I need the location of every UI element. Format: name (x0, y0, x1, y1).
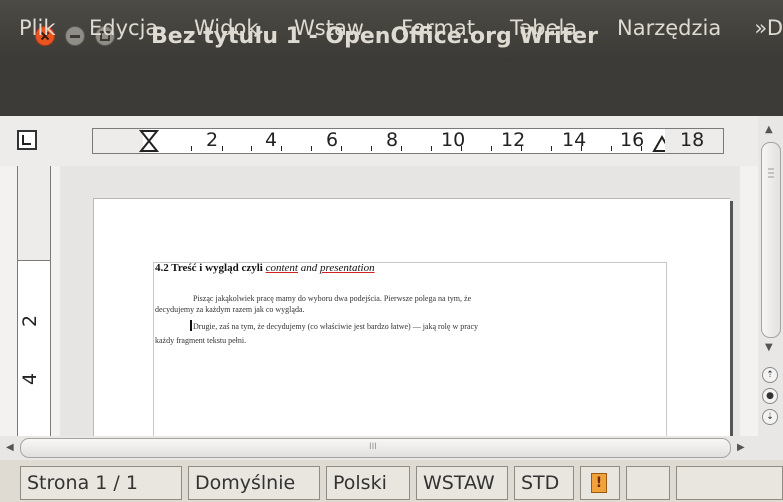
vertical-ruler-label: 2 (19, 314, 42, 328)
status-object-info[interactable] (676, 466, 783, 500)
ruler-label: 4 (265, 129, 278, 151)
heading-text: 4.2 Treść i wygląd czyli (155, 262, 266, 274)
ruler-tick (222, 146, 223, 151)
horizontal-scroll-thumb[interactable]: III (20, 438, 731, 458)
ruler-tick (371, 146, 372, 151)
status-insert-mode[interactable]: WSTAW (416, 466, 508, 500)
ruler-tick (461, 146, 462, 151)
status-signature[interactable] (626, 466, 670, 500)
scroll-up-icon[interactable]: ▲ (765, 124, 773, 135)
menu-table[interactable]: Tabela (510, 16, 577, 40)
menu-format[interactable]: Format (401, 16, 475, 40)
vertical-ruler-label: 4 (19, 372, 42, 386)
ruler-tick (311, 146, 312, 151)
paragraph-line[interactable]: Drugie, zaś na tym, że decydujemy (co wł… (193, 322, 478, 331)
scroll-right-icon[interactable]: ▶ (737, 442, 745, 453)
status-page-style[interactable]: Domyślnie (188, 466, 320, 500)
heading-em-presentation: presentation (320, 262, 375, 274)
next-page-icon[interactable]: ⇣ (762, 409, 778, 425)
ruler-left-margin (93, 129, 143, 153)
paragraph-line[interactable]: decydujemy za każdym razem jak co wygląd… (155, 305, 305, 314)
status-selection-mode[interactable]: STD (514, 466, 574, 500)
scroll-left-icon[interactable]: ◀ (6, 442, 14, 453)
text-boundary (153, 262, 667, 437)
navigation-icon[interactable]: ● (762, 388, 778, 404)
ruler-tick (251, 146, 252, 151)
ruler-label: 14 (562, 129, 587, 151)
document-modified-icon: ! (591, 473, 607, 493)
status-modified[interactable]: ! (580, 466, 620, 500)
document-heading[interactable]: 4.2 Treść i wygląd czyli content and pre… (155, 262, 375, 274)
ruler-label: 6 (326, 129, 339, 151)
ruler-tick (191, 146, 192, 151)
menu-insert[interactable]: Wstaw (294, 16, 364, 40)
text-cursor (190, 320, 192, 331)
ruler-tick (551, 146, 552, 151)
tab-stop-left-icon[interactable] (17, 130, 37, 150)
menu-tools[interactable]: Narzędzia (617, 16, 721, 40)
minimize-button[interactable] (65, 26, 85, 46)
ruler-tick (281, 146, 282, 151)
ruler-tick (581, 146, 582, 151)
ruler-tick (341, 146, 342, 151)
scroll-down-icon[interactable]: ▼ (765, 342, 773, 353)
ruler-label: 2 (206, 129, 219, 151)
ruler-label: 18 (680, 129, 705, 151)
previous-page-icon[interactable]: ⇡ (762, 367, 778, 383)
indent-marker-icon[interactable] (138, 129, 160, 153)
heading-and: and (298, 262, 320, 274)
ruler-tick (491, 146, 492, 151)
menu-edit[interactable]: Edycja (89, 16, 158, 40)
vertical-ruler[interactable]: 2 4 (17, 166, 51, 436)
ruler-tick (431, 146, 432, 151)
paragraph-line[interactable]: każdy fragment tekstu pełni. (155, 336, 246, 345)
vertical-scroll-thumb[interactable] (761, 142, 781, 338)
menu-file[interactable]: Plik (19, 16, 56, 40)
ruler-tick (611, 146, 612, 151)
ruler-tick (401, 146, 402, 151)
ruler-label: 8 (386, 129, 399, 151)
ruler-tick (641, 146, 642, 151)
minimize-icon (65, 26, 85, 46)
grip-icon: III (369, 442, 377, 452)
horizontal-ruler[interactable]: 2 4 6 8 10 12 14 16 18 (92, 128, 724, 154)
status-language[interactable]: Polski (326, 466, 410, 500)
grip-icon (768, 168, 774, 178)
paragraph-line[interactable]: Pisząc jakąkolwiek pracę mamy do wyboru … (193, 294, 471, 303)
menu-overflow[interactable]: »D (754, 16, 783, 40)
menu-view[interactable]: Widok (194, 16, 258, 40)
ruler-tick (521, 146, 522, 151)
menu-bar (0, 62, 783, 116)
ruler-top-margin (18, 166, 50, 261)
heading-em-content: content (265, 262, 298, 274)
status-page[interactable]: Strona 1 / 1 (20, 466, 182, 500)
